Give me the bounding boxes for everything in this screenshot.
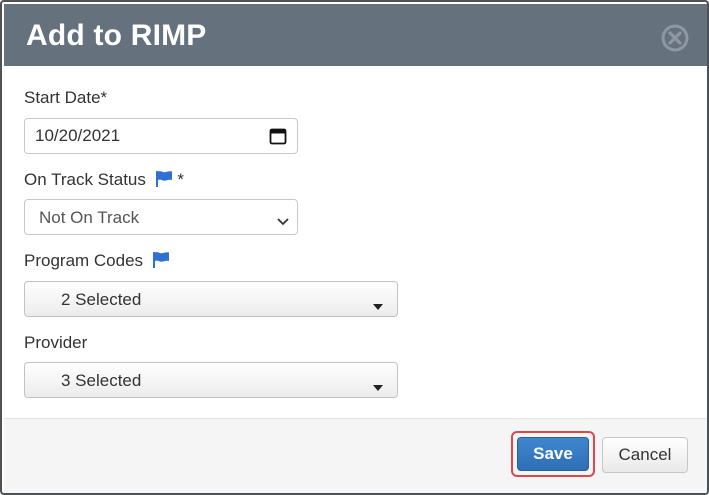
program-codes-label-text: Program Codes [24, 251, 144, 270]
caret-down-icon [373, 297, 383, 315]
provider-label: Provider [24, 333, 88, 352]
dialog-body: Start Date* 10/20/2021 On Track Status * [2, 66, 707, 418]
provider-multiselect[interactable]: 3 Selected [24, 362, 398, 398]
on-track-status-label-text: On Track Status [24, 170, 146, 189]
save-button[interactable]: Save [517, 437, 589, 471]
dialog-footer: Save Cancel [4, 418, 707, 493]
dialog-header: Add to RIMP [4, 4, 707, 66]
flag-icon [152, 251, 170, 273]
chevron-down-icon [277, 213, 289, 231]
on-track-status-select[interactable]: Not On Track [24, 199, 298, 235]
calendar-icon[interactable] [269, 127, 287, 150]
required-mark: * [177, 170, 184, 189]
start-date-input[interactable]: 10/20/2021 [24, 118, 298, 154]
program-codes-value: 2 Selected [61, 290, 142, 309]
caret-down-icon [373, 378, 383, 396]
start-date-value: 10/20/2021 [35, 126, 121, 145]
cancel-button[interactable]: Cancel [602, 437, 688, 473]
dialog-title: Add to RIMP [26, 19, 207, 52]
program-codes-multiselect[interactable]: 2 Selected [24, 281, 398, 317]
program-codes-label: Program Codes [24, 251, 170, 273]
on-track-status-value: Not On Track [39, 208, 140, 227]
flag-icon [155, 170, 173, 192]
provider-value: 3 Selected [61, 371, 142, 390]
on-track-status-label: On Track Status * [24, 170, 184, 192]
close-icon[interactable] [661, 24, 689, 52]
add-to-rimp-dialog: Add to RIMP Start Date* 10/20/2021 On Tr… [0, 0, 709, 495]
start-date-label: Start Date* [24, 88, 108, 107]
